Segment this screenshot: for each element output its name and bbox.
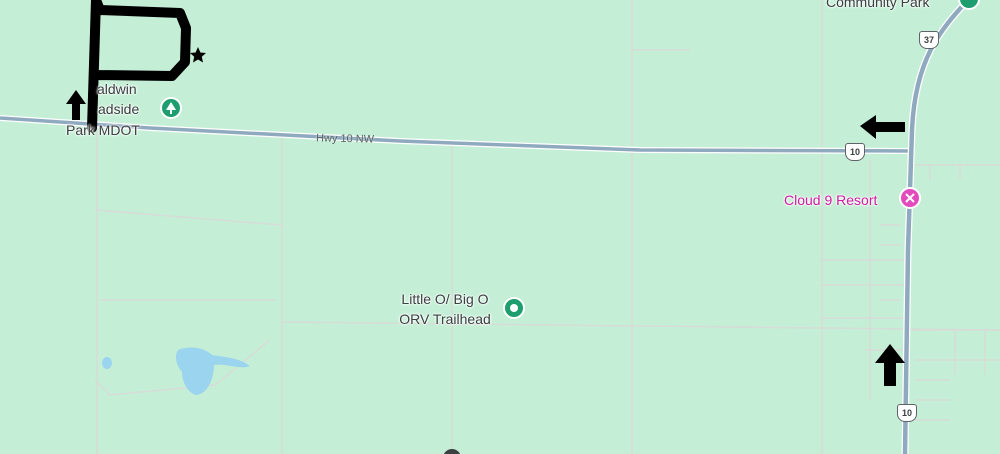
arrow-icon xyxy=(66,90,86,120)
lake xyxy=(175,347,250,395)
arrow-icon xyxy=(860,115,905,139)
us-10-road[interactable] xyxy=(902,0,970,454)
map-view[interactable]: aldwin adside Park MDOT Community Park H… xyxy=(0,0,1000,454)
partial-pin xyxy=(443,449,461,454)
us-10-shield-bottom: 10 xyxy=(897,404,917,422)
baldwin-label-2: adside xyxy=(98,101,140,117)
spa-icon[interactable] xyxy=(899,187,921,209)
baldwin-label-1: aldwin xyxy=(97,81,137,97)
circle-icon[interactable] xyxy=(503,297,525,319)
map-canvas xyxy=(0,0,1000,454)
us-37-shield: 37 xyxy=(919,31,939,49)
hwy-10-label: Hwy 10 NW xyxy=(315,132,375,146)
pond xyxy=(102,357,112,369)
baldwin-label-3: Park MDOT xyxy=(66,122,140,138)
minor-roads xyxy=(94,0,1000,454)
cloud9-label: Cloud 9 Resort xyxy=(784,192,878,208)
trailhead-label-2: ORV Trailhead xyxy=(399,311,491,327)
star-icon xyxy=(190,47,206,63)
community-park-label: Community Park xyxy=(826,0,930,10)
tree-icon[interactable] xyxy=(160,97,182,119)
trailhead-label-1: Little O/ Big O xyxy=(401,291,489,307)
us-10-shield-top: 10 xyxy=(845,143,865,161)
